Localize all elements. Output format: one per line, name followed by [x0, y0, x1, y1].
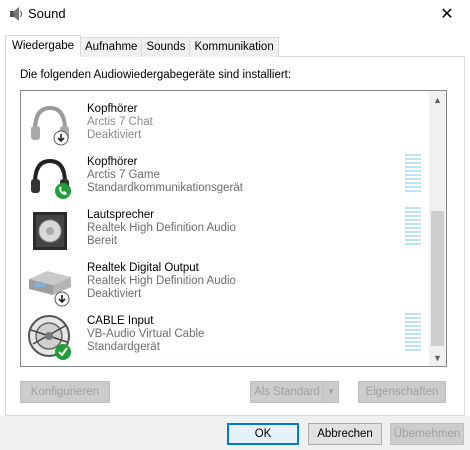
- tab-aufnahme[interactable]: Aufnahme: [80, 37, 143, 57]
- tab-kommunikation[interactable]: Kommunikation: [189, 37, 279, 57]
- scroll-down-icon[interactable]: ▼: [429, 349, 446, 366]
- headphones-icon: [31, 105, 69, 146]
- device-name: Kopfhörer: [87, 103, 138, 115]
- window-title: Sound: [28, 6, 66, 21]
- device-list[interactable]: Kopfhörer Arctis 7 Chat Deaktiviert Kopf…: [20, 90, 447, 367]
- device-model: Realtek High Definition Audio: [87, 222, 236, 234]
- properties-button[interactable]: Eigenschaften: [358, 381, 446, 403]
- speaker-icon: [33, 212, 67, 250]
- instruction-text: Die folgenden Audiowiedergabegeräte sind…: [20, 69, 292, 81]
- close-button[interactable]: ✕: [424, 0, 470, 28]
- list-item[interactable]: CABLE Input VB-Audio Virtual Cable Stand…: [21, 311, 429, 364]
- set-default-button[interactable]: Als Standard: [250, 381, 324, 403]
- list-item[interactable]: Lautsprecher Realtek High Definition Aud…: [21, 205, 429, 258]
- apply-button[interactable]: Übernehmen: [390, 423, 464, 445]
- device-status: Standardkommunikationsgerät: [87, 182, 243, 194]
- device-status: Deaktiviert: [87, 288, 142, 300]
- headphones-icon: [31, 158, 71, 199]
- digital-output-icon: [29, 271, 71, 307]
- cable-icon: [28, 315, 71, 360]
- list-item[interactable]: Realtek Digital Output Realtek High Defi…: [21, 258, 429, 311]
- device-model: Arctis 7 Chat: [87, 116, 153, 128]
- close-icon: ✕: [440, 6, 454, 23]
- scroll-thumb[interactable]: [431, 211, 444, 346]
- configure-button[interactable]: Konfigurieren: [20, 381, 110, 403]
- device-name: Lautsprecher: [87, 209, 155, 221]
- device-status: Standardgerät: [87, 341, 160, 353]
- tab-wiedergabe[interactable]: Wiedergabe: [5, 35, 82, 57]
- tab-sounds[interactable]: Sounds: [141, 37, 191, 57]
- device-name: Kopfhörer: [87, 156, 138, 168]
- device-status: Deaktiviert: [87, 129, 142, 141]
- level-meter: [405, 207, 421, 251]
- device-name: Realtek Digital Output: [87, 262, 199, 274]
- set-default-dropdown-icon[interactable]: ▼: [323, 381, 339, 403]
- ok-button[interactable]: OK: [227, 423, 299, 445]
- device-status: Bereit: [87, 235, 118, 247]
- list-item[interactable]: Kopfhörer Arctis 7 Game Standardkommunik…: [21, 152, 429, 205]
- device-model: Realtek High Definition Audio: [87, 275, 236, 287]
- device-model: Arctis 7 Game: [87, 169, 160, 181]
- device-model: VB-Audio Virtual Cable: [87, 328, 205, 340]
- device-name: CABLE Input: [87, 315, 154, 327]
- scroll-up-icon[interactable]: ▲: [429, 91, 446, 108]
- cancel-button[interactable]: Abbrechen: [308, 423, 382, 445]
- list-item[interactable]: Kopfhörer Arctis 7 Chat Deaktiviert: [21, 99, 429, 152]
- level-meter: [405, 313, 421, 357]
- title-bar: Sound ✕: [0, 0, 470, 28]
- speaker-app-icon: [10, 7, 23, 21]
- tab-strip: Wiedergabe Aufnahme Sounds Kommunikation: [5, 35, 279, 57]
- vertical-scrollbar[interactable]: ▲ ▼: [429, 91, 446, 366]
- level-meter: [405, 154, 421, 198]
